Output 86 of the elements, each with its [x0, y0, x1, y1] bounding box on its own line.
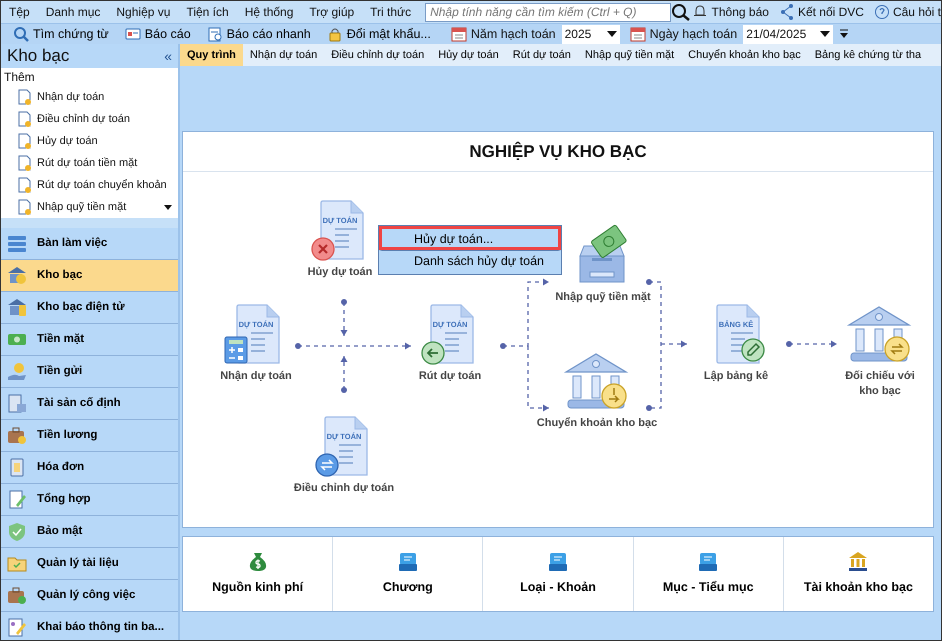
- overflow-icon[interactable]: [839, 28, 850, 40]
- toolbar-button[interactable]: Tìm chứng từ: [7, 24, 115, 44]
- module-button[interactable]: Kho bạc: [1, 260, 178, 292]
- connector-arrow: [340, 299, 348, 336]
- bank-icon: [7, 266, 27, 285]
- section-title: Thêm: [3, 69, 36, 86]
- pencil-badge-icon: [741, 338, 765, 362]
- sidebar-link[interactable]: Nhập quỹ tiền mặt: [1, 196, 178, 218]
- menu-link[interactable]: Thông báo: [712, 3, 769, 21]
- document-icon: [17, 110, 32, 128]
- document-icon: [17, 132, 32, 150]
- calendar-icon: [630, 26, 646, 42]
- padlock-icon: [326, 26, 343, 42]
- menu-item[interactable]: Danh sách hủy dự toán: [379, 250, 561, 274]
- dropdown-arrow-icon: [606, 31, 617, 37]
- briefcase-icon: [7, 426, 27, 445]
- sidebar-link[interactable]: Điều chỉnh dự toán: [1, 108, 178, 130]
- search-field[interactable]: Nhập tính năng cần tìm kiếm (Ctrl + Q): [425, 2, 671, 22]
- cancel-badge-icon: [311, 237, 335, 261]
- report-icon: [124, 26, 141, 42]
- menu-link[interactable]: Kết nối DVC: [798, 3, 864, 21]
- node-label[interactable]: Hủy dự toán: [308, 265, 372, 280]
- diagram-title: NGHIỆP VỤ KHO BẠC: [183, 132, 933, 172]
- briefcase-icon: [7, 586, 27, 605]
- document-icon: [17, 88, 32, 106]
- bank-icon: [848, 551, 868, 572]
- search-icon: [13, 26, 29, 42]
- inbox-icon: [548, 551, 568, 572]
- report-icon: [206, 26, 223, 42]
- toolbar-button[interactable]: Báo cáo: [118, 24, 197, 44]
- document-icon: [430, 304, 474, 364]
- document-icon: [320, 200, 364, 260]
- menu-item[interactable]: Nghiệp vụ: [108, 1, 178, 23]
- scroll-down-icon[interactable]: [164, 205, 172, 210]
- connector-dot: [646, 405, 652, 411]
- menu-item[interactable]: Tri thức: [362, 1, 420, 23]
- node-label[interactable]: Nhận dự toán: [220, 369, 292, 384]
- sidebar-link[interactable]: Rút dự toán tiền mặt: [1, 152, 178, 174]
- sidebar-link[interactable]: Rút dự toán chuyển khoản: [1, 174, 178, 196]
- splitter-handle[interactable]: [1, 218, 178, 228]
- dropdown-arrow-icon: [820, 31, 830, 37]
- menu-item[interactable]: Tệp: [1, 1, 38, 23]
- swap-badge-icon: [315, 453, 339, 477]
- shield-icon: [7, 522, 27, 541]
- node-label[interactable]: Đối chiếu với kho bạc: [835, 369, 925, 399]
- sidebar-title: Kho bạc: [7, 45, 70, 68]
- document-icon: [17, 198, 32, 216]
- menu-item[interactable]: Trợ giúp: [301, 1, 362, 23]
- node-label[interactable]: Rút dự toán: [418, 369, 482, 384]
- date-select[interactable]: 21/04/2025: [743, 24, 834, 44]
- document-icon: [17, 154, 32, 172]
- sidebar-link[interactable]: Hủy dự toán: [1, 130, 178, 152]
- node-label[interactable]: Chuyển khoản kho bạc: [536, 416, 658, 431]
- search-icon[interactable]: [670, 3, 691, 21]
- calculator-icon: [224, 336, 248, 364]
- toolbar-button[interactable]: Đổi mật khẩu...: [320, 24, 437, 44]
- money-bag-icon: [248, 551, 268, 572]
- menu-item[interactable]: Hệ thống: [236, 1, 302, 23]
- connector-arrow: [340, 356, 348, 393]
- document-icon: [324, 416, 368, 476]
- connector-arrow: [786, 340, 837, 348]
- inbox-icon: [698, 551, 718, 572]
- arrow-badge-icon: [421, 341, 445, 365]
- field-label: Ngày hạch toán: [650, 26, 738, 43]
- sidebar-link[interactable]: Nhận dự toán: [1, 86, 178, 108]
- help-icon: [874, 3, 890, 21]
- menu-link[interactable]: Câu hỏi t: [892, 3, 941, 21]
- bank-icon: [7, 298, 27, 317]
- node-label[interactable]: Lập bảng kê: [704, 369, 768, 384]
- field-label: Năm hạch toán: [470, 26, 556, 43]
- calendar-icon: [450, 26, 467, 42]
- desk-icon: [7, 234, 27, 253]
- year-select[interactable]: 2025: [562, 24, 620, 44]
- node-label[interactable]: Nhập quỹ tiền mặt: [555, 290, 651, 305]
- tab[interactable]: Quy trình: [180, 44, 243, 66]
- toolbar-button[interactable]: Báo cáo nhanh: [200, 24, 317, 44]
- document-icon: [17, 176, 32, 194]
- network-icon: [778, 3, 795, 21]
- menu-item[interactable]: Danh mục: [38, 1, 108, 23]
- menu-item[interactable]: Hủy dự toán...: [379, 226, 561, 250]
- inbox-icon: [398, 551, 418, 572]
- collapse-button[interactable]: «: [164, 49, 172, 63]
- node-label[interactable]: Điều chỉnh dự toán: [294, 481, 394, 496]
- form-icon: [7, 618, 27, 637]
- menu-item[interactable]: Tiện ích: [178, 1, 237, 23]
- connector-dot: [646, 279, 652, 285]
